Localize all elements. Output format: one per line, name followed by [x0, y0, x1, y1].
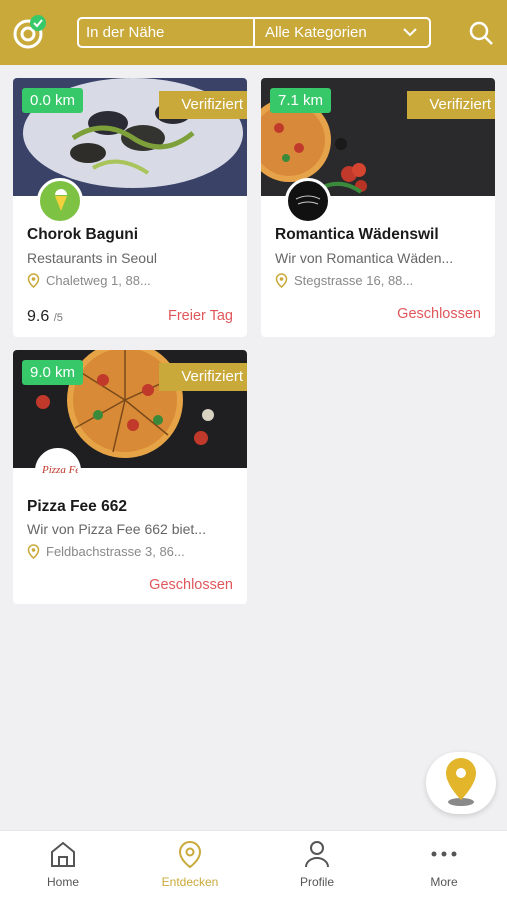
restaurant-logo — [37, 178, 83, 224]
pizza-fee-logo-icon: Pizza Fee — [41, 464, 78, 476]
nav-more-label: More — [430, 875, 458, 889]
logo-text: Pizza Fee — [41, 464, 78, 476]
status-text: Geschlossen — [397, 306, 481, 322]
rating-value: 9.6 — [27, 308, 50, 325]
restaurant-name: Pizza Fee 662 — [27, 498, 127, 515]
restaurant-address: Stegstrasse 16, 88... — [275, 273, 413, 288]
nav-profile-label: Profile — [299, 875, 334, 889]
ice-cream-icon — [55, 189, 67, 211]
bottom-nav: Home Entdecken Profile More — [0, 830, 507, 900]
nav-home[interactable]: Home — [0, 831, 126, 900]
more-icon — [431, 851, 457, 857]
nav-discover-label: Entdecken — [161, 875, 219, 889]
nav-more[interactable]: More — [381, 831, 507, 900]
address-text: Stegstrasse 16, 88... — [294, 273, 414, 288]
restaurant-logo — [285, 178, 331, 224]
nav-home-label: Home — [46, 875, 79, 889]
restaurant-description: Wir von Pizza Fee 662 biet... — [27, 521, 206, 537]
location-pin-icon — [27, 544, 40, 559]
restaurant-address: Feldbachstrasse 3, 86... — [27, 544, 185, 559]
restaurant-description: Wir von Romantica Wäden... — [275, 250, 454, 266]
restaurant-card[interactable]: 9.0 km Verifiziert Pizza Fee Pizza Fee 6… — [13, 350, 247, 604]
location-pin-icon — [178, 840, 202, 869]
location-pin-icon — [27, 273, 40, 288]
map-button[interactable] — [426, 752, 496, 814]
location-pin-icon — [275, 273, 288, 288]
location-filter[interactable]: In der Nähe — [79, 19, 255, 46]
search-icon[interactable] — [468, 20, 494, 46]
address-text: Chaletweg 1, 88... — [46, 273, 151, 288]
verified-badge: Verifiziert — [407, 91, 495, 119]
distance-badge: 0.0 km — [22, 88, 84, 113]
user-icon — [305, 841, 329, 868]
restaurant-name: Romantica Wädenswil — [275, 226, 439, 243]
verified-badge: Verifiziert — [159, 363, 247, 391]
category-filter-label: Alle Kategorien — [265, 24, 367, 41]
home-icon — [51, 841, 75, 867]
app-logo-icon[interactable] — [12, 14, 48, 50]
address-text: Feldbachstrasse 3, 86... — [46, 544, 185, 559]
restaurant-address: Chaletweg 1, 88... — [27, 273, 151, 288]
filter-bar: In der Nähe Alle Kategorien — [77, 17, 431, 48]
restaurant-logo: Pizza Fee — [35, 448, 81, 494]
distance-badge: 7.1 km — [270, 88, 332, 113]
status-text: Geschlossen — [149, 577, 233, 593]
nav-discover[interactable]: Entdecken — [127, 831, 253, 900]
restaurant-card[interactable]: 7.1 km Verifiziert Romantica Wädenswil W… — [261, 78, 495, 337]
chevron-down-icon — [403, 28, 417, 37]
verified-badge: Verifiziert — [159, 91, 247, 119]
status-text: Freier Tag — [167, 308, 233, 324]
distance-badge: 9.0 km — [22, 360, 84, 385]
top-bar: In der Nähe Alle Kategorien — [0, 0, 507, 65]
rating: 9.6 /5 — [27, 308, 63, 326]
romantica-logo-icon — [295, 195, 321, 205]
restaurant-name: Chorok Baguni — [27, 226, 139, 243]
category-filter[interactable]: Alle Kategorien — [255, 19, 429, 46]
map-pin-icon — [446, 758, 476, 806]
restaurant-description: Restaurants in Seoul — [27, 250, 157, 266]
rating-max: /5 — [53, 312, 63, 324]
nav-profile[interactable]: Profile — [254, 831, 380, 900]
restaurant-card[interactable]: 0.0 km Verifiziert Chorok Baguni Restaur… — [13, 78, 247, 337]
